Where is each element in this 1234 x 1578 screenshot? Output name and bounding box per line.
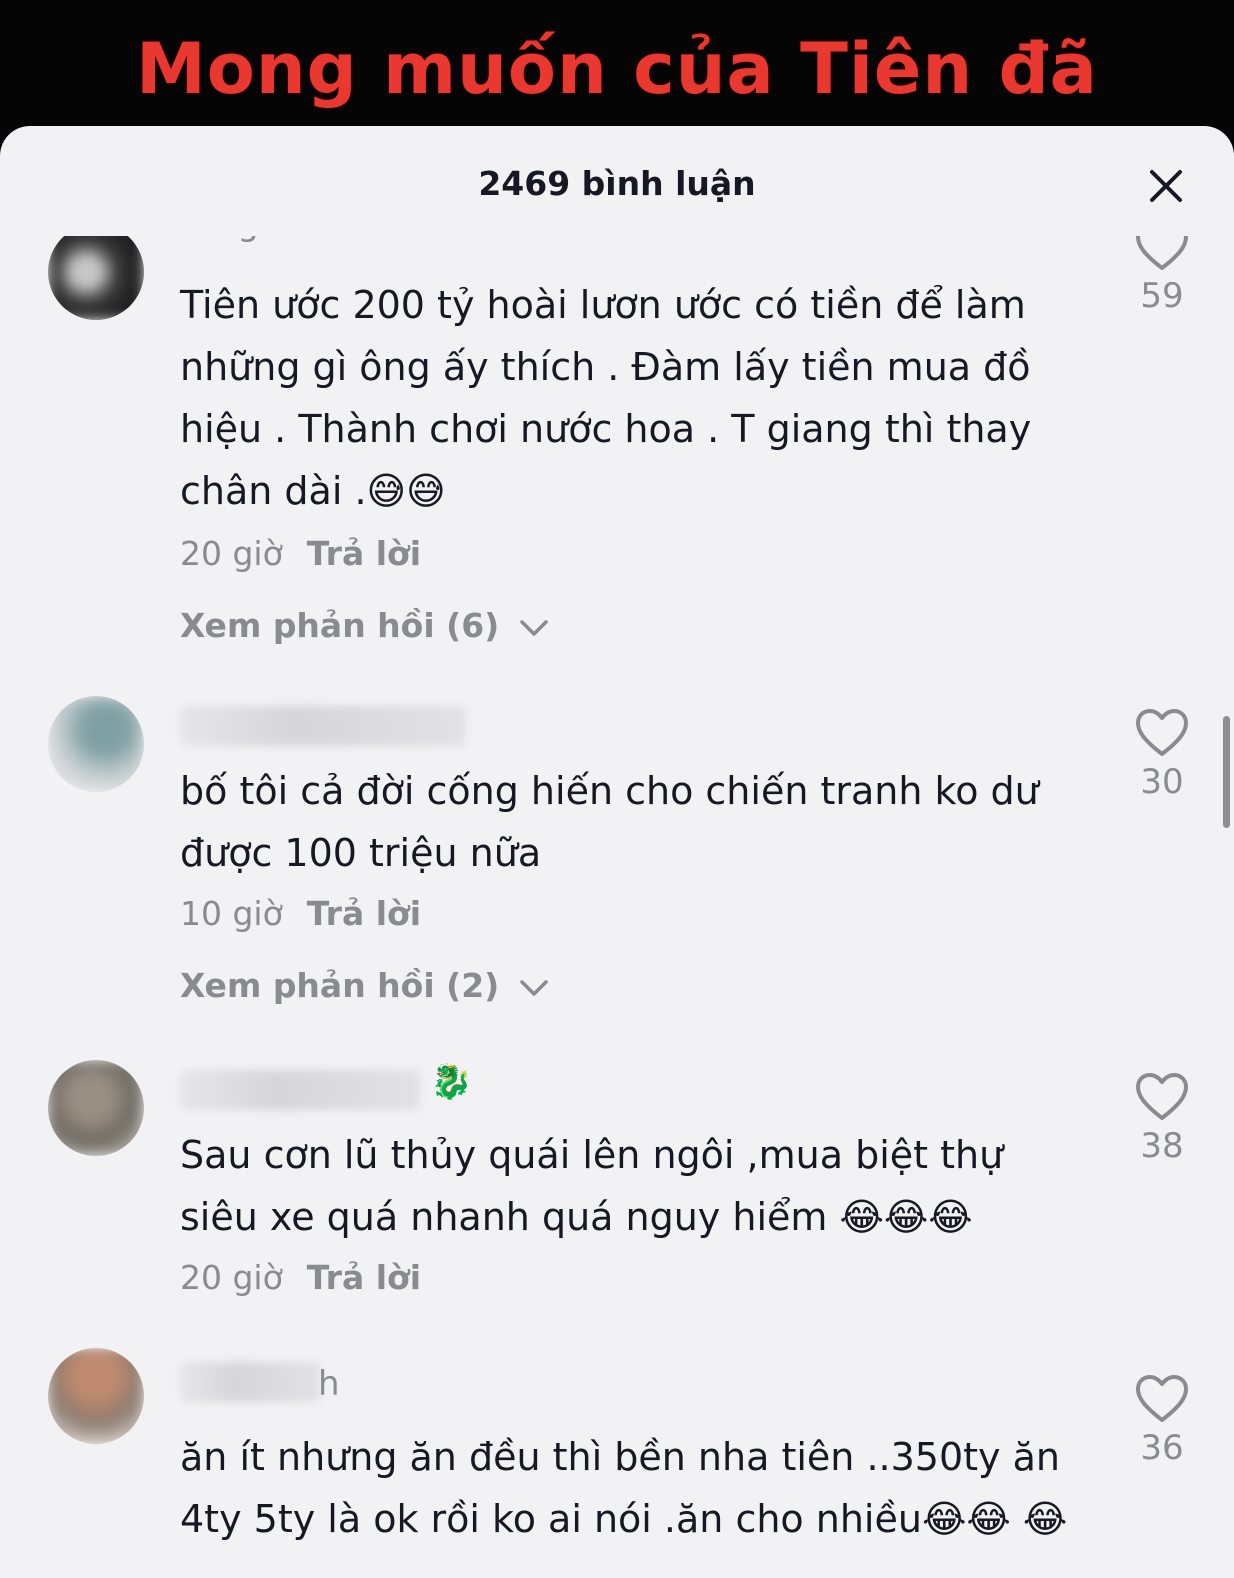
like-count: 30 (1140, 762, 1184, 802)
heart-outline-icon (1136, 709, 1188, 756)
comment-text: Tiên ước 200 tỷ hoài lươn ước có tiền để… (180, 283, 1044, 513)
like-button[interactable]: 36 (1130, 1374, 1194, 1468)
reply-button[interactable]: Trả lời (307, 894, 421, 933)
username-redacted (180, 1362, 320, 1402)
username-redacted (180, 1070, 420, 1110)
username-redacted (180, 706, 465, 746)
like-button[interactable]: 38 (1130, 1072, 1194, 1166)
sheet-header: 2469 bình luận (0, 126, 1234, 236)
comment-list[interactable]: AB gold Tiên ước 200 tỷ hoài lươn ước có… (0, 236, 1234, 1578)
username-emoji: 🐉 (430, 1062, 473, 1102)
like-button[interactable]: 59 (1130, 236, 1194, 316)
comment-time: 20 giờ (180, 1258, 283, 1297)
heart-outline-icon (1136, 1073, 1188, 1120)
avatar[interactable] (48, 1348, 144, 1444)
comment-text: Sau cơn lũ thủy quái lên ngôi ,mua biệt … (180, 1133, 1016, 1239)
chevron-down-icon (520, 979, 548, 996)
video-caption: Mong muốn của Tiên đã (136, 28, 1098, 110)
username[interactable]: AB gold (180, 236, 311, 244)
close-button[interactable] (1146, 166, 1186, 206)
comment-text: bố tôi cả đời cống hiến cho chiến tranh … (180, 769, 1051, 875)
avatar[interactable] (48, 1060, 144, 1156)
username-suffix: h (318, 1364, 340, 1404)
reply-button[interactable]: Trả lời (307, 534, 421, 573)
video-background: Mong muốn của Tiên đã (0, 0, 1234, 140)
comments-sheet: 2469 bình luận AB gold Tiên ước 200 tỷ h… (0, 126, 1234, 1578)
avatar[interactable] (48, 696, 144, 792)
view-replies-button[interactable]: Xem phản hồi (6) (180, 606, 549, 645)
like-count: 59 (1140, 276, 1184, 316)
view-replies-label: Xem phản hồi (2) (180, 966, 500, 1005)
like-count: 36 (1140, 1428, 1184, 1468)
comment-meta: 20 giờ Trả lời (180, 1258, 421, 1297)
reply-button[interactable]: Trả lời (307, 1258, 421, 1297)
avatar[interactable] (48, 236, 144, 320)
scrollbar-thumb[interactable] (1223, 716, 1230, 828)
view-replies-button[interactable]: Xem phản hồi (2) (180, 966, 549, 1005)
like-count: 38 (1140, 1126, 1184, 1166)
view-replies-label: Xem phản hồi (6) (180, 606, 500, 645)
comment-time: 10 giờ (180, 894, 283, 933)
comment-meta: 10 giờ Trả lời (180, 894, 421, 933)
heart-outline-icon (1136, 236, 1188, 270)
chevron-down-icon (520, 619, 548, 636)
comment-time: 20 giờ (180, 534, 283, 573)
close-icon (1150, 170, 1182, 202)
comment-text: ăn ít nhưng ăn đều thì bền nha tiên ..35… (180, 1435, 1073, 1541)
comment-meta: 20 giờ Trả lời (180, 534, 421, 573)
heart-outline-icon (1136, 1375, 1188, 1422)
comment-count-title: 2469 bình luận (478, 164, 756, 203)
like-button[interactable]: 30 (1130, 708, 1194, 802)
